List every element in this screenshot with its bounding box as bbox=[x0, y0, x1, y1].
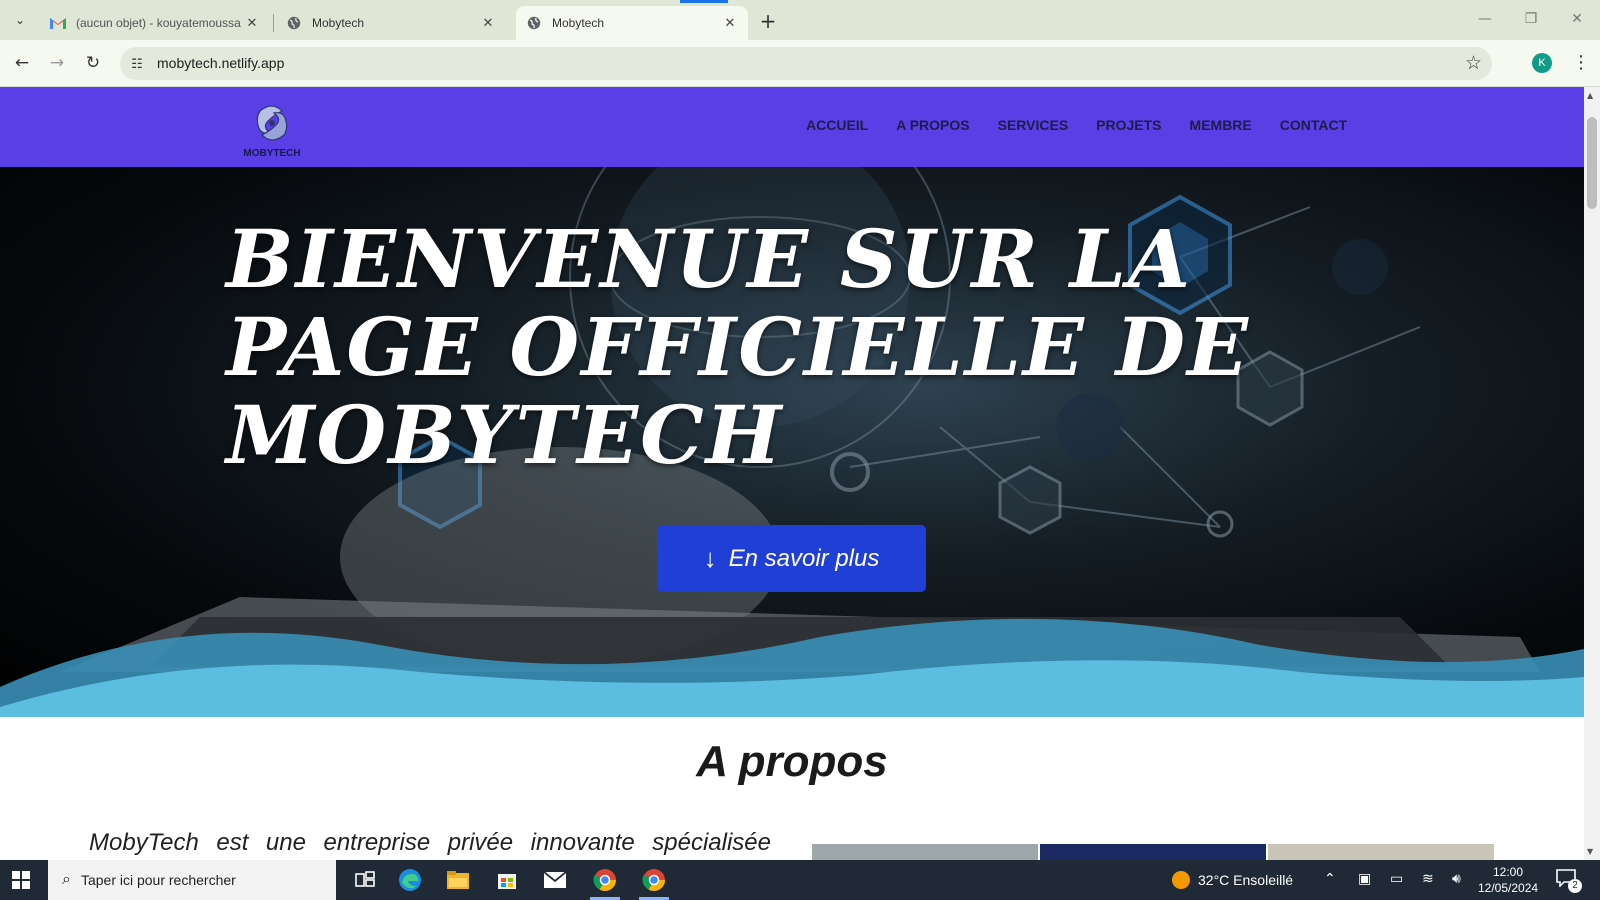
mail-icon[interactable] bbox=[541, 866, 569, 894]
site-info-icon[interactable]: ☷ bbox=[128, 55, 146, 73]
tab-separator bbox=[273, 14, 274, 32]
task-view-icon[interactable] bbox=[351, 866, 379, 894]
about-heading: A propos bbox=[696, 737, 888, 786]
address-bar[interactable]: ☷ mobytech.netlify.app ☆ bbox=[120, 47, 1492, 80]
meet-now-icon[interactable]: ▣ bbox=[1358, 871, 1371, 887]
globe-icon bbox=[286, 15, 302, 31]
reload-button[interactable]: ↻ bbox=[80, 50, 106, 76]
taskbar-search-box[interactable]: ⌕ Taper ici pour rechercher bbox=[48, 860, 336, 900]
weather-widget[interactable]: 32°C Ensoleillé bbox=[1172, 871, 1293, 889]
about-paragraph: MobyTech est une entreprise privée innov… bbox=[89, 829, 771, 856]
close-icon[interactable]: ✕ bbox=[244, 15, 260, 31]
tab-mobytech[interactable]: Mobytech ✕ bbox=[276, 6, 506, 40]
clock-time: 12:00 bbox=[1492, 865, 1524, 879]
windows-start-icon[interactable] bbox=[12, 871, 30, 889]
site-logo[interactable]: MOBYTECH bbox=[238, 101, 306, 159]
profile-avatar[interactable]: K bbox=[1532, 53, 1552, 73]
new-tab-button[interactable]: + bbox=[756, 9, 780, 33]
gallery-image bbox=[812, 844, 1038, 860]
minimize-button[interactable]: — bbox=[1470, 8, 1500, 30]
file-explorer-icon[interactable] bbox=[444, 866, 472, 894]
search-icon: ⌕ bbox=[62, 871, 71, 888]
cta-label: En savoir plus bbox=[728, 544, 880, 572]
url-text[interactable]: mobytech.netlify.app bbox=[157, 55, 284, 71]
scrollbar-thumb[interactable] bbox=[1587, 117, 1597, 209]
wifi-icon[interactable]: ≋ bbox=[1422, 871, 1434, 887]
en-savoir-plus-button[interactable]: ↓ En savoir plus bbox=[657, 525, 926, 592]
gmail-icon bbox=[50, 15, 66, 31]
weather-text: 32°C Ensoleillé bbox=[1198, 872, 1294, 888]
volume-icon[interactable]: 🔊︎ bbox=[1452, 871, 1461, 887]
show-hidden-icons[interactable]: ⌃ bbox=[1324, 871, 1336, 887]
globe-icon bbox=[526, 15, 542, 31]
forward-button[interactable]: → bbox=[44, 50, 70, 76]
notification-center-icon[interactable]: 2 bbox=[1556, 869, 1582, 893]
logo-text: MOBYTECH bbox=[243, 148, 301, 159]
nav-contact[interactable]: CONTACT bbox=[1280, 117, 1347, 133]
about-gallery bbox=[812, 844, 1494, 860]
microsoft-store-icon[interactable] bbox=[493, 866, 521, 894]
tab-search-button[interactable]: ⌄ bbox=[8, 8, 32, 32]
clock-date: 12/05/2024 bbox=[1478, 881, 1539, 895]
loading-indicator bbox=[680, 0, 728, 3]
edge-browser-icon[interactable] bbox=[396, 866, 424, 894]
tab-title: Mobytech bbox=[312, 16, 365, 30]
browser-menu-icon[interactable]: ⋮ bbox=[1572, 52, 1590, 73]
nav-services[interactable]: SERVICES bbox=[998, 117, 1069, 133]
scroll-up-icon[interactable]: ▲ bbox=[1587, 91, 1593, 100]
browser-toolbar: ← → ↻ ☷ mobytech.netlify.app ☆ bbox=[0, 40, 1600, 87]
scroll-down-icon[interactable]: ▼ bbox=[1587, 847, 1593, 856]
battery-icon[interactable]: ▭ bbox=[1390, 871, 1403, 887]
site-navbar: MOBYTECH ACCUEIL A PROPOS SERVICES PROJE… bbox=[0, 87, 1584, 167]
tab-mobytech-active[interactable]: Mobytech ✕ bbox=[516, 6, 748, 40]
nav-projets[interactable]: PROJETS bbox=[1096, 117, 1161, 133]
logo-mark-icon bbox=[256, 105, 288, 141]
close-window-button[interactable]: ✕ bbox=[1562, 8, 1592, 30]
chrome-profile-m-icon[interactable] bbox=[591, 866, 619, 894]
windows-taskbar: ⌕ Taper ici pour rechercher 32°C Ensolei… bbox=[0, 860, 1600, 900]
close-icon[interactable]: ✕ bbox=[480, 15, 496, 31]
tab-gmail[interactable]: (aucun objet) - kouyatemoussa ✕ bbox=[40, 6, 270, 40]
system-clock[interactable]: 12:00 12/05/2024 bbox=[1478, 864, 1538, 896]
restore-button[interactable]: ❐ bbox=[1516, 8, 1546, 30]
sun-icon bbox=[1172, 871, 1190, 889]
page-viewport: MOBYTECH ACCUEIL A PROPOS SERVICES PROJE… bbox=[0, 87, 1584, 860]
arrow-down-icon: ↓ bbox=[703, 543, 717, 573]
main-menu: ACCUEIL A PROPOS SERVICES PROJETS MEMBRE… bbox=[806, 117, 1347, 133]
gallery-image bbox=[1268, 844, 1494, 860]
tab-title: (aucun objet) - kouyatemoussa bbox=[76, 16, 241, 30]
nav-accueil[interactable]: ACCUEIL bbox=[806, 117, 868, 133]
tab-bar: ⌄ (aucun objet) - kouyatemoussa ✕ Mobyte… bbox=[0, 0, 1600, 40]
close-icon[interactable]: ✕ bbox=[722, 15, 738, 31]
search-placeholder: Taper ici pour rechercher bbox=[80, 872, 236, 888]
tab-title: Mobytech bbox=[552, 16, 605, 30]
bookmark-star-icon[interactable]: ☆ bbox=[1465, 52, 1482, 74]
back-button[interactable]: ← bbox=[9, 50, 35, 76]
notification-count: 2 bbox=[1568, 879, 1582, 893]
hero-title: BIENVENUE SUR LA PAGE OFFICIELLE DE MOBY… bbox=[226, 212, 1251, 482]
nav-membre[interactable]: MEMBRE bbox=[1190, 117, 1252, 133]
hero-section: BIENVENUE SUR LA PAGE OFFICIELLE DE MOBY… bbox=[0, 167, 1584, 717]
nav-a-propos[interactable]: A PROPOS bbox=[896, 117, 969, 133]
gallery-image bbox=[1040, 844, 1266, 860]
chrome-profile-k-icon[interactable] bbox=[640, 866, 668, 894]
page-scrollbar[interactable]: ▲ ▼ bbox=[1584, 87, 1600, 860]
